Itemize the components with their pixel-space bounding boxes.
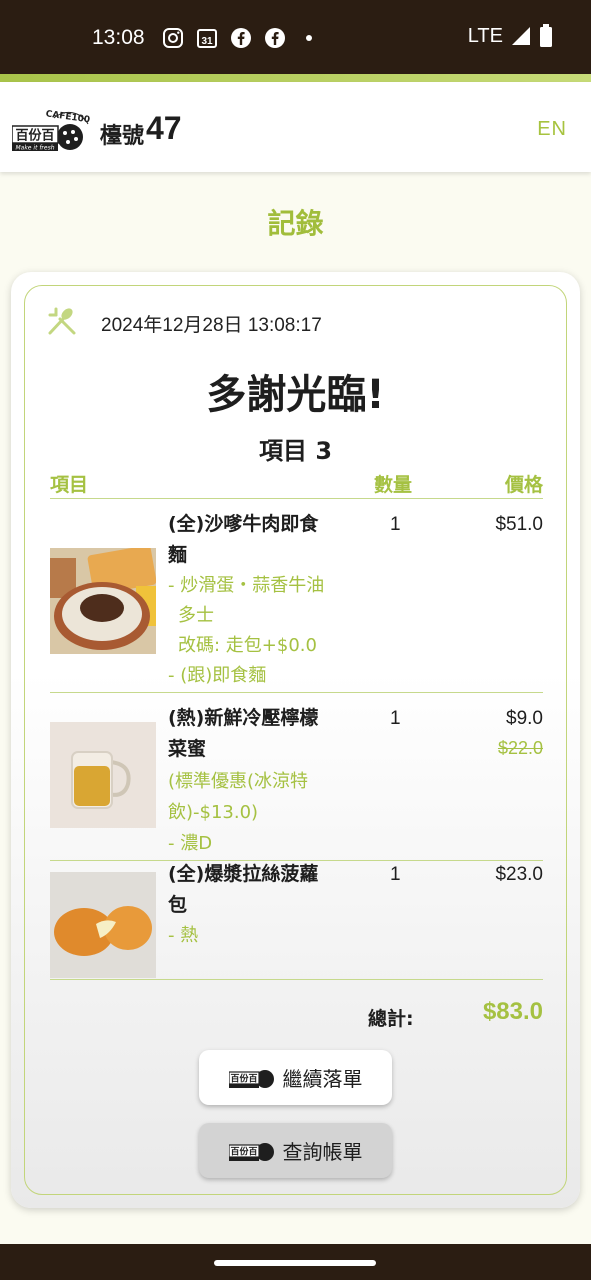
column-header-price: 價格 (504, 474, 543, 496)
column-header-item: 項目 (50, 474, 89, 496)
item-price: $9.0 (506, 708, 543, 729)
fork-spoon-icon (48, 307, 76, 335)
item-options: (標準優惠(冰涼特 飲)-$13.0) - 濃D (168, 766, 346, 859)
receipt-inner: 2024年12月28日 13:08:17 多謝光臨! 項目 3 項目 數量 價格… (24, 285, 567, 1195)
order-datetime: 2024年12月28日 13:08:17 (101, 315, 322, 336)
option-line: - 熱 (168, 925, 199, 946)
page-title: 記錄 (267, 207, 324, 240)
continue-order-button[interactable]: 百份百 繼續落單 (199, 1050, 392, 1105)
network-label: LTE (467, 24, 503, 47)
option-line: (標準優惠(冰涼特 (168, 771, 309, 792)
cafe100-logo[interactable]: CAFE100% 百份百 Make it fresh (12, 104, 90, 152)
item-price: $51.0 (495, 514, 543, 535)
item-qty: 1 (390, 514, 401, 535)
facebook-icon (231, 28, 251, 48)
logo-script: CAFE100% (45, 109, 90, 126)
option-line: 多士 (178, 605, 214, 626)
item-original-price: $22.0 (497, 738, 543, 758)
item-photo (50, 872, 156, 978)
item-photo (50, 722, 156, 828)
calendar-icon: 31 (197, 29, 217, 48)
table-number: 47 (146, 110, 182, 146)
option-line: - 濃D (168, 833, 213, 854)
check-bill-label: 查詢帳單 (282, 1140, 363, 1164)
item-options: - 炒滑蛋・蒜香牛油 多士 改碼: 走包+$0.0 - (跟)即食麵 (168, 571, 346, 691)
total-label: 總計: (368, 1008, 414, 1030)
accent-strip (0, 74, 591, 82)
item-options: - 熱 (168, 921, 346, 951)
item-name-line: (全)沙嗲牛肉即食 (168, 513, 319, 535)
order-item-row: (熱)新鮮冷壓檸檬 菜蜜 (標準優惠(冰涼特 飲)-$13.0) - 濃D 1 … (50, 692, 543, 860)
dot-icon (306, 35, 312, 41)
item-name: (全)爆漿拉絲菠蘿 包 (168, 859, 340, 921)
option-line: - 炒滑蛋・蒜香牛油 (168, 575, 325, 596)
status-right: LTE (468, 24, 553, 48)
item-price: $23.0 (495, 864, 543, 885)
column-header-qty: 數量 (374, 474, 413, 496)
continue-order-label: 繼續落單 (282, 1067, 363, 1091)
item-photo (50, 548, 156, 654)
item-name-line: 菜蜜 (168, 738, 207, 760)
logo-text: 百份百 (230, 1072, 257, 1084)
logo-tagline: Make it fresh (15, 145, 54, 152)
signal-icon (512, 27, 530, 45)
receipt-card: 2024年12月28日 13:08:17 多謝光臨! 項目 3 項目 數量 價格… (11, 272, 580, 1208)
item-qty: 1 (390, 864, 401, 885)
item-name: (熱)新鮮冷壓檸檬 菜蜜 (168, 703, 340, 765)
battery-icon (540, 24, 552, 47)
option-line: - (跟)即食麵 (168, 665, 267, 686)
order-item-row: (全)爆漿拉絲菠蘿 包 - 熱 1 $23.0 (50, 860, 543, 979)
cafe100-logo-icon: 百份百 (228, 1142, 274, 1161)
table-label: 檯號 (100, 124, 145, 149)
logo-text: 百份百 (230, 1145, 257, 1157)
status-bar: 13:08 31 LTE (0, 0, 591, 76)
system-nav-bar (0, 1244, 591, 1280)
cafe100-logo-icon: 百份百 (228, 1069, 274, 1088)
check-bill-button[interactable]: 百份百 查詢帳單 (199, 1123, 392, 1178)
item-name-line: 包 (168, 894, 188, 916)
notification-icons: 31 (162, 27, 320, 49)
home-indicator[interactable] (214, 1260, 376, 1266)
app-header: CAFE100% 百份百 Make it fresh 檯號 47 EN (0, 82, 591, 172)
divider (50, 979, 543, 980)
item-name-line: (熱)新鮮冷壓檸檬 (168, 707, 319, 729)
option-line: 飲)-$13.0) (168, 802, 259, 823)
order-item-row: (全)沙嗲牛肉即食 麵 - 炒滑蛋・蒜香牛油 多士 改碼: 走包+$0.0 - … (50, 498, 543, 692)
calendar-day-number: 31 (201, 36, 213, 47)
thank-you-heading: 多謝光臨! (206, 372, 385, 418)
language-toggle[interactable]: EN (537, 118, 567, 141)
item-name-line: (全)爆漿拉絲菠蘿 (168, 863, 319, 885)
item-qty: 1 (390, 708, 401, 729)
option-line: 改碼: 走包+$0.0 (178, 635, 317, 656)
instagram-icon (163, 28, 183, 48)
item-name-line: 麵 (168, 544, 188, 566)
item-name: (全)沙嗲牛肉即食 麵 (168, 509, 340, 571)
total-amount: $83.0 (482, 998, 543, 1025)
logo-text: 百份百 (15, 128, 54, 144)
item-count: 項目 3 (258, 437, 333, 465)
status-time: 13:08 (92, 26, 145, 49)
facebook-icon (265, 28, 285, 48)
